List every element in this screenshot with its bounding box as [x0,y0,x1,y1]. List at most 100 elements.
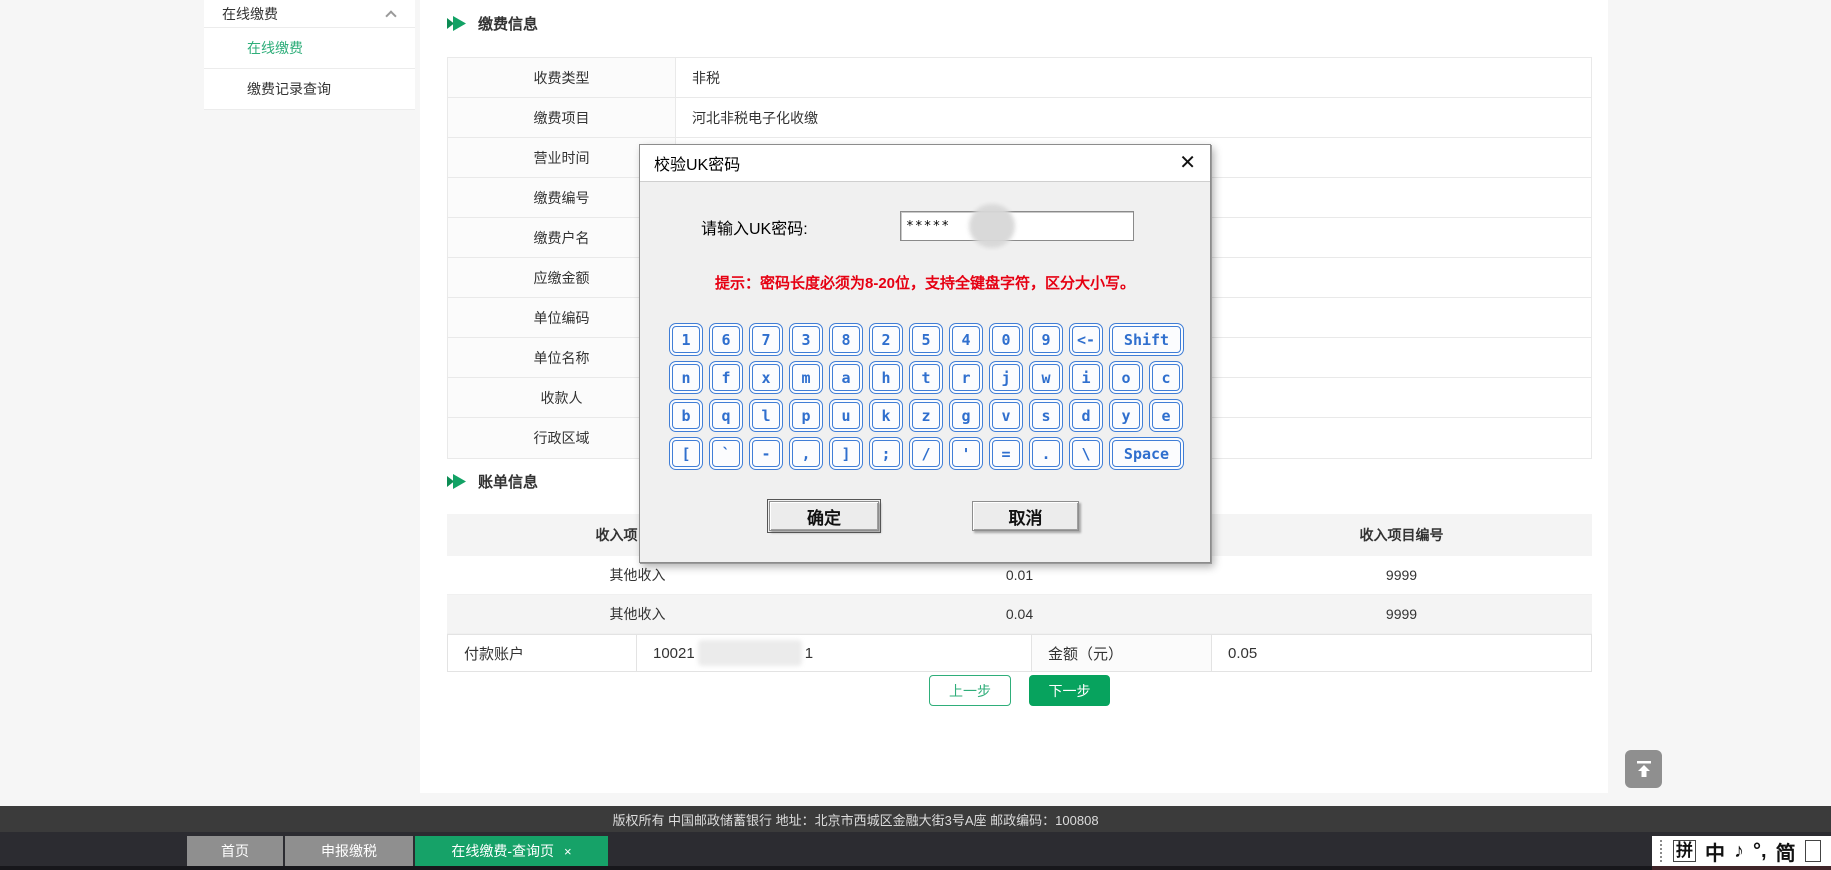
keyboard-key[interactable]: [ [669,437,703,470]
keyboard-key[interactable]: y [1109,399,1143,432]
redaction-blur [698,640,802,666]
password-masked-text: ***** [906,219,950,234]
tab-declare-tax[interactable]: 申报缴税 [285,836,413,866]
keyboard-key[interactable]: p [789,399,823,432]
taskbar: 首页 申报缴税 在线缴费-查询页 × [0,832,1831,870]
uk-password-dialog: 校验UK密码 ✕ 请输入UK密码: ***** 提示：密码长度必须为8-20位，… [639,144,1211,563]
keyboard-key[interactable]: , [789,437,823,470]
keyboard-key[interactable]: s [1029,399,1063,432]
keyboard-key[interactable]: ; [869,437,903,470]
ime-bottom-strip [1652,866,1831,870]
payment-info-title: 缴费信息 [447,13,538,34]
key-space[interactable]: Space [1109,437,1184,470]
keyboard-key[interactable]: l [749,399,783,432]
keyboard-key[interactable]: q [709,399,743,432]
keyboard-key[interactable]: x [749,361,783,394]
keyboard-key[interactable]: 1 [669,323,703,356]
previous-step-button[interactable]: 上一步 [929,675,1011,706]
next-step-button[interactable]: 下一步 [1029,675,1110,706]
dialog-title-bar: 校验UK密码 ✕ [640,145,1210,182]
cancel-button[interactable]: 取消 [972,501,1079,531]
account-number-suffix: 1 [805,645,813,662]
row-label: 缴费项目 [448,98,676,137]
uk-password-input[interactable]: ***** [900,211,1134,241]
sidebar-item-online-payment[interactable]: 在线缴费 [204,28,415,69]
sidebar-group-label: 在线缴费 [222,4,278,24]
keyboard-key[interactable]: w [1029,361,1063,394]
page: 在线缴费 在线缴费 缴费记录查询 缴费信息 收费类型非税 缴费项目河北非税电子化… [0,0,1831,870]
ime-simplified-icon[interactable]: 简 [1776,837,1796,866]
keyboard-key[interactable]: z [909,399,943,432]
tab-label: 首页 [221,841,249,861]
ime-punctuation-icon[interactable]: °, [1753,840,1767,863]
keyboard-key[interactable]: ' [949,437,983,470]
keyboard-key[interactable]: h [869,361,903,394]
keyboard-key[interactable]: / [909,437,943,470]
keyboard-key[interactable]: ] [829,437,863,470]
ok-button[interactable]: 确定 [769,501,879,531]
ime-partial-icon[interactable] [1805,840,1821,862]
bill-info-title: 账单信息 [447,471,538,492]
key-backspace[interactable]: <- [1069,323,1103,356]
keyboard-key[interactable]: 7 [749,323,783,356]
row-label: 收费类型 [448,58,676,97]
keyboard-key[interactable]: d [1069,399,1103,432]
keyboard-key[interactable]: 0 [989,323,1023,356]
row-value: 非税 [676,58,1591,97]
dialog-title: 校验UK密码 [654,151,740,175]
keyboard-key[interactable]: j [989,361,1023,394]
keyboard-key[interactable]: \ [1069,437,1103,470]
keyboard-key[interactable]: v [989,399,1023,432]
table-row: 其他收入 0.04 9999 [447,595,1592,634]
key-shift[interactable]: Shift [1109,323,1184,356]
tab-online-payment-query[interactable]: 在线缴费-查询页 × [415,836,608,866]
section-arrow-icon [447,16,466,31]
keyboard-key[interactable]: u [829,399,863,432]
sidebar-item-label: 在线缴费 [247,38,303,58]
drag-handle-icon[interactable] [1660,840,1664,862]
keyboard-key[interactable]: r [949,361,983,394]
keyboard-key[interactable]: c [1149,361,1183,394]
keyboard-key[interactable]: 6 [709,323,743,356]
keyboard-key[interactable]: g [949,399,983,432]
sidebar-group-online-payment[interactable]: 在线缴费 [204,0,415,28]
sidebar-item-payment-records[interactable]: 缴费记录查询 [204,69,415,110]
keyboard-key[interactable]: 8 [829,323,863,356]
keyboard-key[interactable]: 3 [789,323,823,356]
keyboard-key[interactable]: o [1109,361,1143,394]
keyboard-row-1: 1 6 7 3 8 2 5 4 0 9 <- Shift [669,323,1185,356]
tab-close-icon[interactable]: × [564,844,572,859]
keyboard-key[interactable]: 9 [1029,323,1063,356]
keyboard-key[interactable]: f [709,361,743,394]
keyboard-key[interactable]: . [1029,437,1063,470]
payer-account-field[interactable]: 10021 1 [637,635,1032,671]
keyboard-key[interactable]: = [989,437,1023,470]
keyboard-key[interactable]: n [669,361,703,394]
keyboard-key[interactable]: 4 [949,323,983,356]
keyboard-key[interactable]: - [749,437,783,470]
keyboard-key[interactable]: k [869,399,903,432]
ime-note-icon[interactable]: ♪ [1734,840,1744,863]
keyboard-key[interactable]: i [1069,361,1103,394]
keyboard-key[interactable]: m [789,361,823,394]
cell-amount: 0.04 [828,606,1211,622]
back-to-top-button[interactable] [1625,750,1662,788]
tab-label: 在线缴费-查询页 [451,841,554,861]
arrow-up-to-line-icon [1634,759,1654,779]
password-label: 请输入UK密码: [701,215,808,239]
keyboard-key[interactable]: e [1149,399,1183,432]
keyboard-key[interactable]: t [909,361,943,394]
ime-chinese-mode-icon[interactable]: 中 [1705,837,1725,866]
keyboard-key[interactable]: ` [709,437,743,470]
tab-home[interactable]: 首页 [187,836,283,866]
payer-account-label: 付款账户 [448,635,637,671]
keyboard-key[interactable]: a [829,361,863,394]
cell-income-name: 其他收入 [447,604,828,624]
password-hint: 提示：密码长度必须为8-20位，支持全键盘字符，区分大小写。 [640,272,1210,293]
amount-value: 0.05 [1212,635,1591,671]
keyboard-key[interactable]: 5 [909,323,943,356]
keyboard-key[interactable]: 2 [869,323,903,356]
keyboard-key[interactable]: b [669,399,703,432]
ime-pinyin-icon[interactable]: 拼 [1673,840,1696,862]
close-icon[interactable]: ✕ [1179,153,1196,173]
